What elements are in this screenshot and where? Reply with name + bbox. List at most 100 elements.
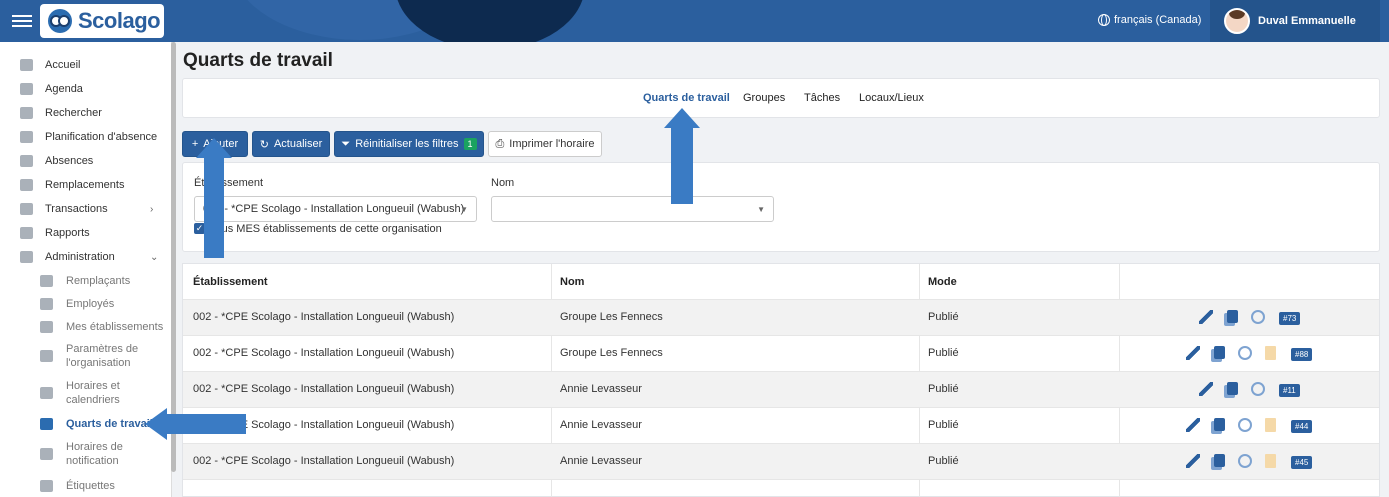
tab-quarts[interactable]: Quarts de travail [643, 92, 730, 104]
establishment-select-value: 002 - *CPE Scolago - Installation Longue… [203, 203, 465, 215]
notification-icon [40, 448, 53, 460]
sidebar-item-etablissements[interactable]: Mes établissements [0, 316, 172, 338]
sidebar-item-accueil[interactable]: Accueil [0, 54, 172, 76]
page-title: Quarts de travail [183, 50, 333, 71]
annotation-arrow-add [204, 158, 224, 258]
cell-nom: Annie Levasseur [560, 455, 642, 467]
calendar-icon [20, 83, 33, 95]
sidebar-item-notification[interactable]: Horaires de notification [0, 439, 172, 469]
edit-icon[interactable] [1199, 382, 1213, 396]
chevron-down-icon: ▼ [460, 204, 468, 214]
table-row[interactable]: 002 - *CPE Scolago - Installation Longue… [183, 443, 1379, 479]
column-header-nom[interactable]: Nom [560, 264, 584, 299]
sidebar-item-label: Administration [45, 251, 115, 263]
sidebar-item-remplacants[interactable]: Remplaçants [0, 270, 172, 292]
column-header-mode[interactable]: Mode [928, 264, 957, 299]
sidebar-scrollbar[interactable] [171, 42, 176, 472]
trash-icon[interactable] [1265, 418, 1276, 432]
table-row[interactable]: 002 - *CPE Scolago - Installation Longue… [183, 299, 1379, 335]
tab-groupes[interactable]: Groupes [743, 92, 785, 104]
edit-icon[interactable] [1199, 310, 1213, 324]
annotation-arrow-head [196, 138, 232, 158]
establishment-select[interactable]: 002 - *CPE Scolago - Installation Longue… [194, 196, 477, 222]
annotation-arrow-head [145, 408, 167, 440]
reset-filters-button[interactable]: ⏷ Réinitialiser les filtres 1 [334, 131, 484, 157]
sidebar-item-label: Horaires de notification [66, 440, 123, 468]
shifts-table: Établissement Nom Mode 002 - *CPE Scolag… [182, 263, 1380, 497]
sidebar-item-label: Étiquettes [66, 480, 115, 492]
label-line: calendriers [66, 394, 120, 406]
user-menu[interactable]: Duval Emmanuelle [1210, 0, 1380, 42]
edit-icon[interactable] [1186, 454, 1200, 468]
copy-icon[interactable] [1214, 454, 1225, 467]
history-icon[interactable] [1238, 418, 1252, 432]
trash-icon[interactable] [1265, 346, 1276, 360]
sidebar-item-employes[interactable]: Employés [0, 293, 172, 315]
sidebar-item-label: Employés [66, 298, 115, 310]
row-id-badge: #11 [1279, 384, 1300, 397]
sidebar-item-parametres[interactable]: Paramètres de l'organisation [0, 341, 172, 371]
column-header-etablissement[interactable]: Établissement [193, 264, 268, 299]
sidebar-item-label: Planification d'absence [45, 131, 158, 143]
edit-icon[interactable] [1186, 418, 1200, 432]
header-decoration-dark [395, 0, 585, 42]
name-select[interactable]: ▼ [491, 196, 774, 222]
filter-icon: ⏷ [341, 137, 351, 150]
row-id-badge: #45 [1291, 456, 1313, 469]
printer-icon: ⎙ [495, 137, 505, 150]
owl-logo-icon [48, 9, 72, 33]
row-id-badge: #73 [1279, 312, 1301, 325]
search-icon [20, 107, 33, 119]
cell-mode: Publié [928, 311, 959, 323]
print-schedule-button[interactable]: ⎙ Imprimer l'horaire [488, 131, 602, 157]
history-icon[interactable] [1238, 454, 1252, 468]
sidebar-item-etiquettes[interactable]: Étiquettes [0, 475, 172, 497]
edit-icon[interactable] [1186, 346, 1200, 360]
sidebar-item-rapports[interactable]: Rapports [0, 222, 172, 244]
reset-filters-label: Réinitialiser les filtres [355, 138, 459, 150]
sidebar-item-label: Rapports [45, 227, 90, 239]
sidebar-item-label: Quarts de travail [66, 418, 153, 430]
sidebar-item-absences[interactable]: Absences [0, 150, 172, 172]
menu-toggle-icon[interactable] [12, 12, 32, 30]
cell-mode: Publié [928, 419, 959, 431]
language-selector[interactable]: français (Canada) [1098, 14, 1201, 26]
copy-icon[interactable] [1227, 382, 1238, 395]
chevron-down-icon: ▼ [757, 204, 765, 214]
sidebar-item-remplacements[interactable]: Remplacements [0, 174, 172, 196]
table-row[interactable]: 002 - *CPE Scolago - Installation Longue… [183, 335, 1379, 371]
history-icon[interactable] [1251, 382, 1265, 396]
copy-icon[interactable] [1214, 346, 1225, 359]
table-row[interactable] [183, 479, 1379, 497]
copy-icon[interactable] [1227, 310, 1238, 323]
label-line: notification [66, 455, 119, 467]
trash-icon[interactable] [1265, 454, 1276, 468]
sidebar-item-transactions[interactable]: Transactions › [0, 198, 172, 220]
sidebar-item-agenda[interactable]: Agenda [0, 78, 172, 100]
logo[interactable]: Scolago [40, 4, 164, 38]
chevron-down-icon: ⌄ [150, 251, 159, 263]
tab-taches[interactable]: Tâches [804, 92, 840, 104]
tag-icon [40, 480, 53, 492]
users-icon [40, 298, 53, 310]
top-bar: Scolago français (Canada) Duval Emmanuel… [0, 0, 1389, 42]
copy-icon[interactable] [1214, 418, 1225, 431]
history-icon[interactable] [1238, 346, 1252, 360]
history-icon[interactable] [1251, 310, 1265, 324]
label-line: l'organisation [66, 357, 131, 369]
sidebar-item-rechercher[interactable]: Rechercher [0, 102, 172, 124]
swap-icon [20, 179, 33, 191]
table-row[interactable]: 002 - *CPE Scolago - Installation Longue… [183, 371, 1379, 407]
tab-locaux[interactable]: Locaux/Lieux [859, 92, 924, 104]
cell-nom: Annie Levasseur [560, 383, 642, 395]
cell-nom: Groupe Les Fennecs [560, 347, 663, 359]
language-label: français (Canada) [1114, 14, 1202, 26]
sidebar-item-administration[interactable]: Administration ⌄ [0, 246, 172, 268]
cell-nom: Annie Levasseur [560, 419, 642, 431]
sidebar-item-horaires[interactable]: Horaires et calendriers [0, 378, 172, 408]
cell-etablissement: 002 - *CPE Scolago - Installation Longue… [193, 455, 455, 467]
table-row[interactable]: 002 - *CPE Scolago - Installation Longue… [183, 407, 1379, 443]
refresh-button[interactable]: ↻ Actualiser [252, 131, 330, 157]
filter-count-badge: 1 [463, 138, 477, 150]
sidebar-item-planification[interactable]: Planification d'absence [0, 126, 172, 148]
